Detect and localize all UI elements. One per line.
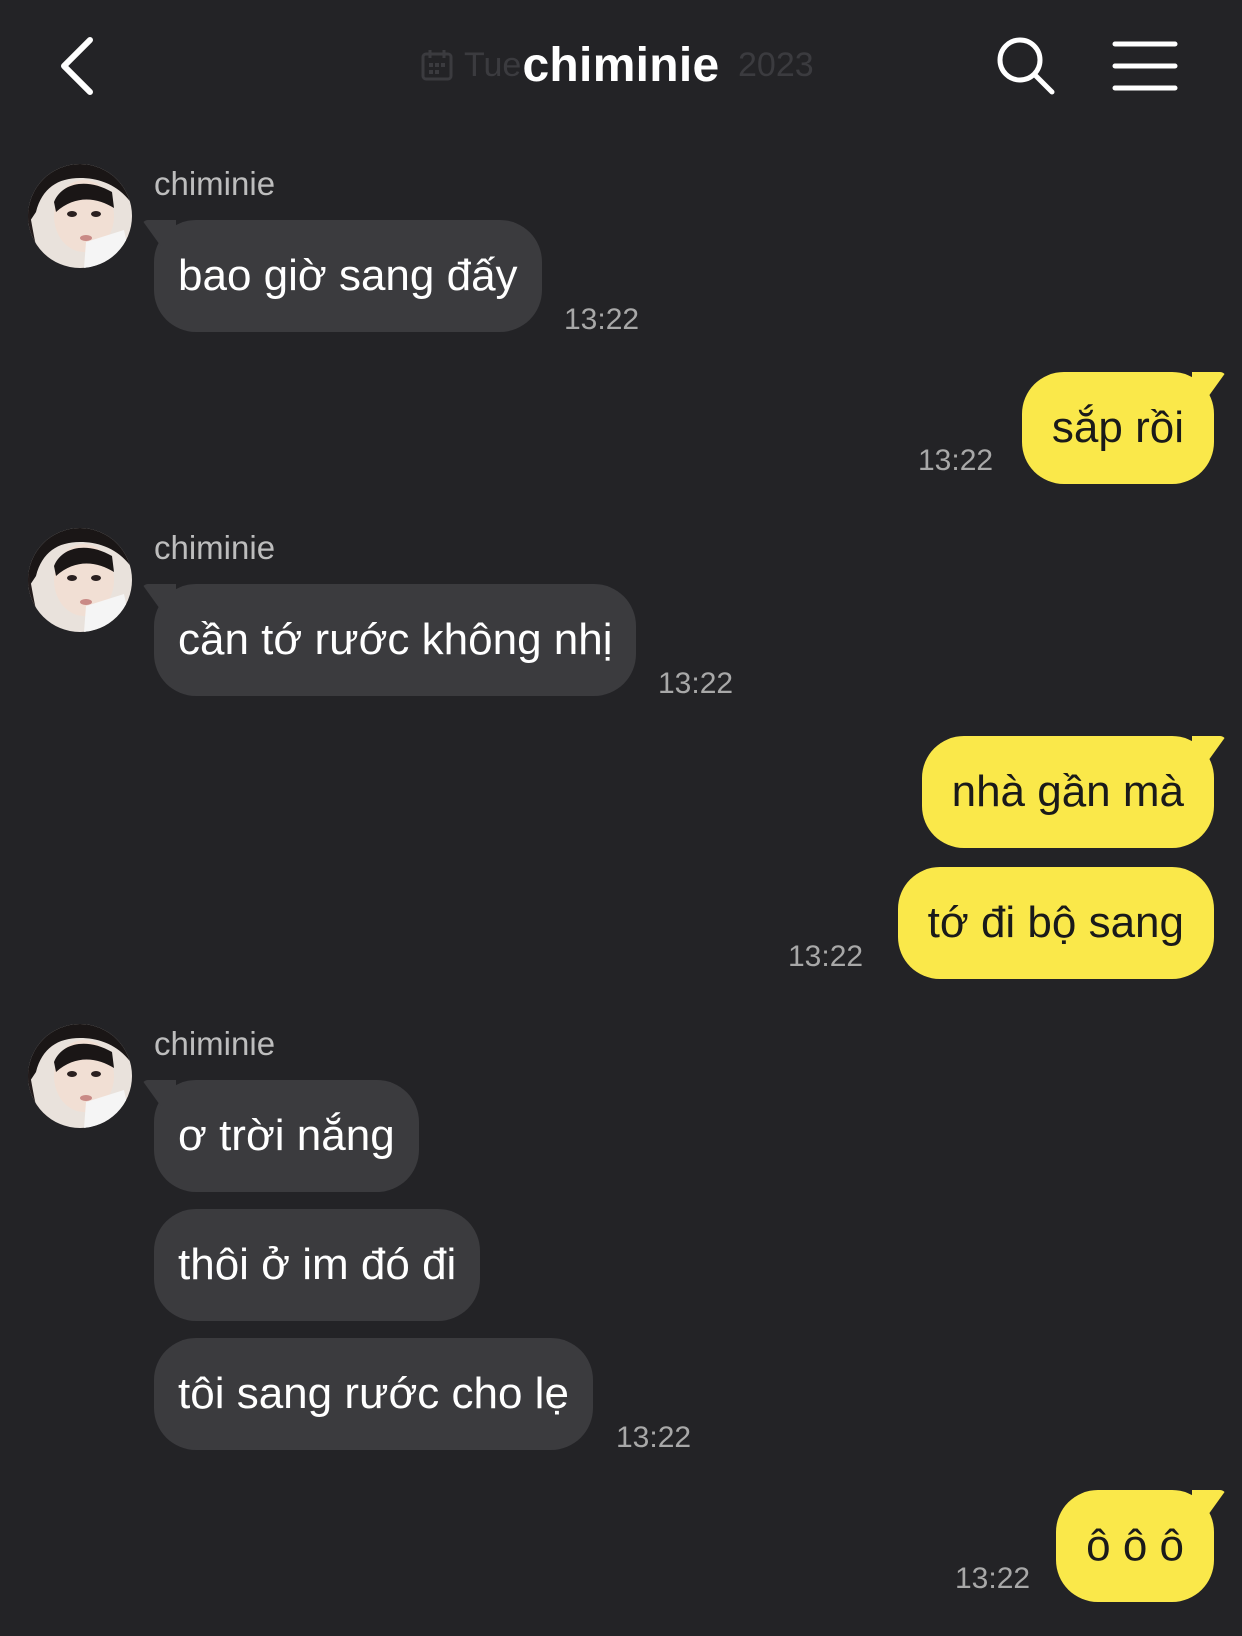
message-text: bao giờ sang đấy <box>178 251 518 300</box>
message-bubble[interactable]: bao giờ sang đấy <box>154 220 542 332</box>
message-bubble[interactable]: tớ đi bộ sang <box>897 867 1214 979</box>
message-text: ô ô ô <box>1086 1521 1184 1570</box>
message-time: 13:22 <box>564 303 640 336</box>
message-time: 13:22 <box>658 667 734 700</box>
message-text: sắp rồi <box>1051 403 1184 452</box>
message-bubble[interactable]: nhà gần mà <box>921 736 1214 848</box>
message-text: tớ đi bộ sang <box>927 898 1184 947</box>
message-bubble[interactable]: ô ô ô <box>1056 1490 1214 1602</box>
menu-icon[interactable] <box>1112 38 1178 94</box>
message-text: ơ trời nắng <box>178 1111 395 1160</box>
chat-header: Tue 2023 chiminie <box>0 0 1242 135</box>
avatar[interactable] <box>28 528 132 632</box>
message-text: tôi sang rước cho lẹ <box>178 1369 569 1418</box>
message-bubble[interactable]: ơ trời nắng <box>154 1080 419 1192</box>
sender-name: chiminie <box>154 529 276 566</box>
message-time: 13:22 <box>918 444 994 477</box>
message-bubble[interactable]: sắp rồi <box>1021 372 1214 484</box>
message-time: 13:22 <box>788 940 864 973</box>
avatar[interactable] <box>28 1024 132 1128</box>
message-time: 13:22 <box>616 1421 692 1454</box>
message-bubble[interactable]: cần tớ rước không nhị <box>154 584 637 696</box>
search-icon[interactable] <box>994 34 1058 98</box>
message-time: 13:22 <box>955 1562 1031 1595</box>
message-bubble[interactable]: tôi sang rước cho lẹ <box>154 1338 593 1450</box>
message-text: cần tớ rước không nhị <box>178 615 613 664</box>
message-bubble[interactable]: thôi ở im đó đi <box>154 1209 481 1321</box>
sender-name: chiminie <box>154 165 276 202</box>
sender-name: chiminie <box>154 1025 276 1062</box>
avatar[interactable] <box>28 164 132 268</box>
message-text: nhà gần mà <box>951 767 1184 816</box>
message-text: thôi ở im đó đi <box>178 1240 457 1289</box>
